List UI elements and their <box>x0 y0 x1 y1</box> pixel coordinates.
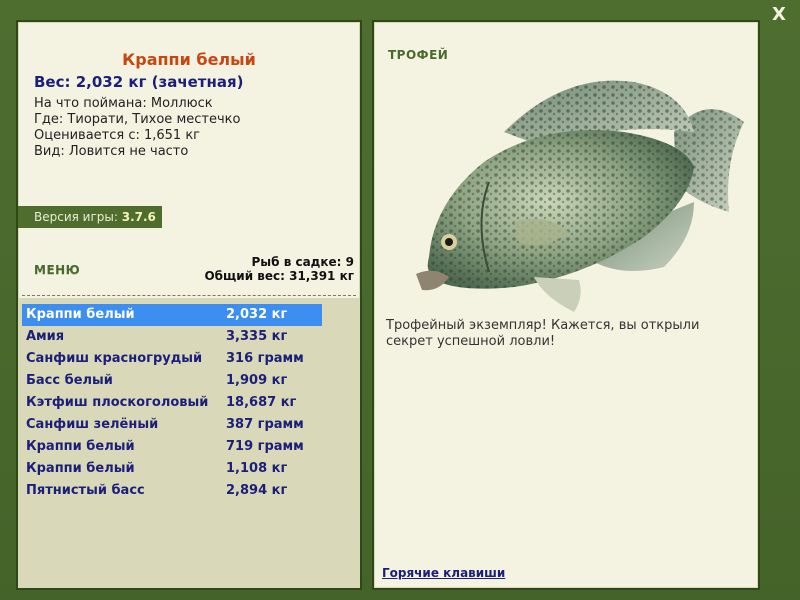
menu-button[interactable]: МЕНЮ <box>34 263 80 277</box>
fish-weight: 387 грамм <box>226 417 304 432</box>
version-label: Версия игры: <box>34 210 118 224</box>
fish-weight: 719 грамм <box>226 439 304 454</box>
fish-name: Краппи белый <box>26 461 135 476</box>
fish-name: Краппи белый <box>26 307 135 322</box>
fish-name: Басс белый <box>26 373 113 388</box>
creel-list-item[interactable]: Кэтфиш плоскоголовый 18,687 кг <box>22 392 322 414</box>
fish-weight: 1,108 кг <box>226 461 288 476</box>
fish-weight: Вес: 2,032 кг (зачетная) <box>34 73 244 91</box>
creel-list-item[interactable]: Санфиш зелёный 387 грамм <box>22 414 322 436</box>
fish-name: Санфиш зелёный <box>26 417 159 432</box>
creel-list-item[interactable]: Краппи белый 719 грамм <box>22 436 322 458</box>
creel-list-area: Краппи белый 2,032 кг Амия 3,335 кг Санфиш к… <box>18 298 360 588</box>
divider <box>22 295 356 296</box>
fish-weight: 18,687 кг <box>226 395 297 410</box>
game-window: X Краппи белый Вес: 2,032 кг (зачетная) … <box>0 0 800 600</box>
fish-name: Краппи белый <box>26 439 135 454</box>
creel-list-item[interactable]: Амия 3,335 кг <box>22 326 322 348</box>
hotkeys-link[interactable]: Горячие клавиши <box>382 566 505 580</box>
fish-name: Амия <box>26 329 65 344</box>
detail-bait: На что поймана: Моллюск <box>34 96 213 111</box>
close-icon[interactable]: X <box>768 4 790 26</box>
fish-weight: 3,335 кг <box>226 329 288 344</box>
fish-name: Пятнистый басс <box>26 483 145 498</box>
crappie-fish-image <box>416 80 744 312</box>
fish-weight: 316 грамм <box>226 351 304 366</box>
fish-name: Санфиш красногрудый <box>26 351 203 366</box>
detail-location: Где: Тиорати, Тихое местечко <box>34 112 241 127</box>
version-value: 3.7.6 <box>121 210 156 224</box>
creel-total-weight: Общий вес: 31,391 кг <box>204 269 354 283</box>
creel-list-item[interactable]: Санфиш красногрудый 316 грамм <box>22 348 322 370</box>
creel-fish-list: Краппи белый 2,032 кг Амия 3,335 кг Санфиш к… <box>22 304 322 502</box>
creel-list-item[interactable]: Краппи белый 2,032 кг <box>22 304 322 326</box>
detail-score-threshold: Оценивается с: 1,651 кг <box>34 128 201 143</box>
creel-list-item[interactable]: Басс белый 1,909 кг <box>22 370 322 392</box>
fish-name: Кэтфиш плоскоголовый <box>26 395 209 410</box>
fish-weight: 2,032 кг <box>226 307 288 322</box>
fish-title: Краппи белый <box>122 50 256 69</box>
fish-weight: 1,909 кг <box>226 373 288 388</box>
trophy-panel: ТРОФЕЙ Трофейный экземпляр! Кажется, вы … <box>372 20 760 590</box>
creel-count: Рыб в садке: 9 <box>251 255 355 269</box>
version-bar: Версия игры: 3.7.6 <box>18 206 162 228</box>
detail-rarity: Вид: Ловится не часто <box>34 144 189 159</box>
fish-weight: 2,894 кг <box>226 483 288 498</box>
creel-list-item[interactable]: Пятнистый басс 2,894 кг <box>22 480 322 502</box>
trophy-text: Трофейный экземпляр! Кажется, вы открыли… <box>386 318 700 349</box>
creel-list-item[interactable]: Краппи белый 1,108 кг <box>22 458 322 480</box>
catch-info-panel: Краппи белый Вес: 2,032 кг (зачетная) На… <box>16 20 362 590</box>
